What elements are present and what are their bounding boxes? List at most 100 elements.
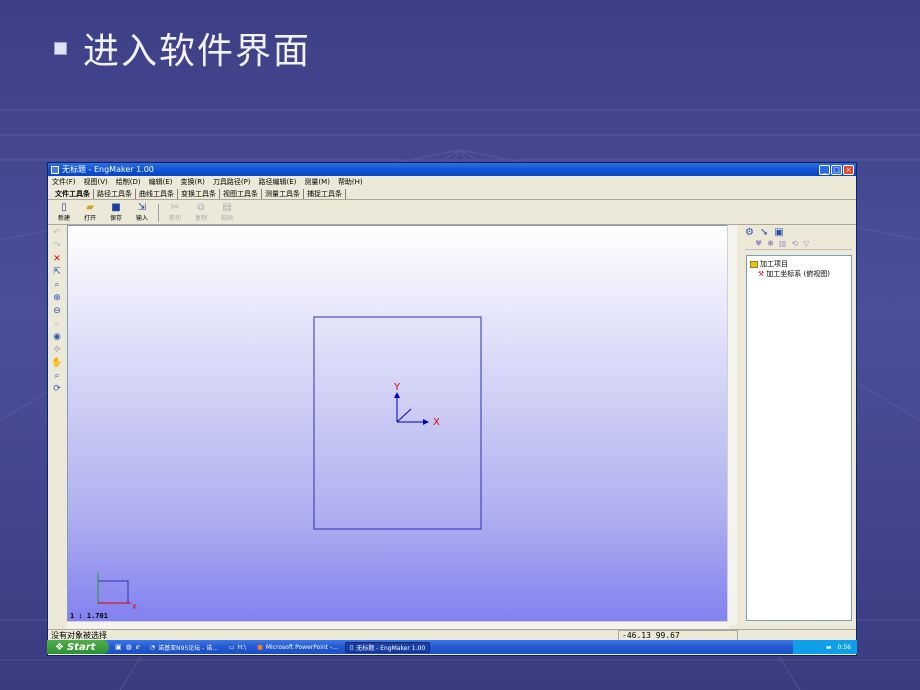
engmaker-icon: ▯ xyxy=(349,643,354,651)
rotate-view-icon[interactable]: ⟳ xyxy=(53,383,61,395)
windows-taskbar: ❖ Start ▣ ◍ ℯ ◔ 诺基亚N95论坛 - 诺... ▭ H:\ ■ Mic… xyxy=(47,640,857,654)
window-title: 无标题 - EngMaker 1.00 xyxy=(62,165,154,174)
canvas-horizontal-scrollbar[interactable] xyxy=(67,621,729,629)
open-folder-icon: ▰ xyxy=(86,202,94,213)
toolbar-separator xyxy=(158,204,159,222)
window-titlebar[interactable]: 无标题 - EngMaker 1.00 _ □ × xyxy=(48,163,856,176)
quick-launch: ▣ ◍ ℯ xyxy=(109,643,146,651)
hand-icon[interactable]: ✋ xyxy=(51,357,62,369)
start-button[interactable]: ❖ Start xyxy=(47,640,109,654)
toolpath-icon[interactable]: ➘ xyxy=(760,227,768,238)
new-button[interactable]: ▯ 新建 xyxy=(54,202,74,222)
tab-curve-toolbar[interactable]: 曲线工具条 xyxy=(136,188,178,199)
project-tree: 加工项目 ⚒ 加工坐标系 (俯视图) xyxy=(746,255,852,621)
menu-edit[interactable]: 编辑(E) xyxy=(149,177,173,187)
pan-icon[interactable]: ✥ xyxy=(53,344,61,356)
menu-path-edit[interactable]: 路径编辑(E) xyxy=(259,177,297,187)
app-icon xyxy=(51,165,59,174)
import-icon: ⇲ xyxy=(137,202,147,213)
zoom-previous-icon[interactable]: ⌕ xyxy=(54,318,59,330)
view-indicator-box xyxy=(97,580,129,604)
slide-title-text: 进入软件界面 xyxy=(83,31,312,72)
panel-tool-icon-2[interactable]: ✱ xyxy=(767,239,774,249)
coordinate-system-icon: ⚒ xyxy=(758,270,765,278)
zoom-out-icon[interactable]: ⊖ xyxy=(53,305,61,317)
axis-x-arrow xyxy=(423,419,429,425)
task-powerpoint[interactable]: ■ Microsoft PowerPoint -... xyxy=(253,642,342,653)
minimize-button[interactable]: _ xyxy=(819,164,830,175)
tab-view-toolbar[interactable]: 视图工具条 xyxy=(220,188,262,199)
tab-file-toolbar[interactable]: 文件工具条 xyxy=(52,188,94,199)
tray-icon[interactable]: ▬ xyxy=(826,644,832,651)
fit-view-icon[interactable]: ◉ xyxy=(53,331,61,343)
windows-logo-icon: ❖ xyxy=(55,641,64,653)
project-panel: ⚙ ➘ ▣ ♥ ✱ ▥ ⟲ ▽ 加工项目 ⚒ 加工坐标系 (俯视图) xyxy=(741,225,856,625)
menu-draw[interactable]: 绘制(D) xyxy=(116,177,141,187)
tree-node-root[interactable]: 加工项目 xyxy=(750,259,848,269)
quicklaunch-icon-2[interactable]: ◍ xyxy=(126,643,132,651)
redo-icon[interactable]: ↷ xyxy=(53,240,61,252)
tab-measure-toolbar[interactable]: 测量工具条 xyxy=(262,188,304,199)
canvas-vertical-scrollbar[interactable] xyxy=(727,225,737,625)
close-button[interactable]: × xyxy=(843,164,854,175)
toolbar-tabs: 文件工具条 路径工具条 曲线工具条 变换工具条 视图工具条 测量工具条 捕捉工具… xyxy=(48,188,856,200)
bullet-square-icon xyxy=(54,41,67,55)
maximize-button[interactable]: □ xyxy=(831,164,842,175)
canvas-drawing: X Y X xyxy=(97,316,482,611)
task-explorer[interactable]: ▭ H:\ xyxy=(225,642,250,653)
zoom-in-icon[interactable]: ⊕ xyxy=(53,292,61,304)
zoom-window-icon[interactable]: ⌕ xyxy=(54,279,59,291)
left-toolbar: ↶ ↷ ✕ ⇱ ⌕ ⊕ ⊖ ⌕ ◉ ✥ ✋ ⌕ ⟳ xyxy=(48,225,66,623)
layers-icon[interactable]: ▣ xyxy=(774,227,783,238)
zoom-scale-icon[interactable]: ⌕ xyxy=(54,370,59,382)
menu-bar: 文件(F) 视图(V) 绘制(D) 编辑(E) 变换(R) 刀具路径(P) 路径… xyxy=(48,176,856,188)
tab-path-toolbar[interactable]: 路径工具条 xyxy=(94,188,136,199)
filter-icon[interactable]: ▽ xyxy=(803,239,809,249)
mini-axis-x-label: X xyxy=(132,603,137,611)
powerpoint-icon: ■ xyxy=(257,643,263,651)
save-button[interactable]: ■ 保存 xyxy=(106,202,126,222)
save-icon: ■ xyxy=(111,202,121,213)
slide-title: 进入软件界面 xyxy=(54,22,311,74)
menu-toolpath[interactable]: 刀具路径(P) xyxy=(213,177,251,187)
tree-node-coordinate-system[interactable]: ⚒ 加工坐标系 (俯视图) xyxy=(750,269,848,279)
menu-transform[interactable]: 变换(R) xyxy=(181,177,205,187)
select-icon[interactable]: ⇱ xyxy=(53,266,61,278)
menu-view[interactable]: 视图(V) xyxy=(84,177,108,187)
ie-icon[interactable]: ℯ xyxy=(136,643,140,651)
file-toolbar: ▯ 新建 ▰ 打开 ■ 保存 ⇲ 输入 ✂ 剪切 ⧉ 复制 ▤ 粘贴 xyxy=(48,200,856,225)
undo-icon[interactable]: ↶ xyxy=(53,227,61,239)
app-window: 无标题 - EngMaker 1.00 _ □ × 文件(F) 视图(V) 绘制… xyxy=(47,162,857,656)
menu-measure[interactable]: 测量(M) xyxy=(304,177,330,187)
scale-label: 1 : 1.701 xyxy=(70,612,108,620)
tab-snap-toolbar[interactable]: 捕捉工具条 xyxy=(304,188,346,199)
panel-tool-icon-3[interactable]: ▥ xyxy=(779,239,787,249)
new-file-icon: ▯ xyxy=(61,202,67,213)
drawing-canvas[interactable]: X Y X 1 : 1.701 xyxy=(67,225,729,625)
stock-rectangle xyxy=(313,316,482,530)
panel-toolbar: ♥ ✱ ▥ ⟲ ▽ xyxy=(745,239,852,250)
cut-button[interactable]: ✂ 剪切 xyxy=(165,202,185,222)
copy-button[interactable]: ⧉ 复制 xyxy=(191,202,211,222)
quicklaunch-icon-1[interactable]: ▣ xyxy=(115,643,122,651)
delete-icon[interactable]: ✕ xyxy=(53,253,61,265)
drive-icon: ▭ xyxy=(228,643,235,651)
task-engmaker[interactable]: ▯ 无标题 - EngMaker 1.00 xyxy=(344,641,431,653)
panel-tool-icon-4[interactable]: ⟲ xyxy=(791,239,798,249)
panel-tool-icon-1[interactable]: ♥ xyxy=(755,239,762,249)
panel-tabs: ⚙ ➘ ▣ xyxy=(741,225,856,239)
axis-diagonal xyxy=(396,408,412,423)
open-button[interactable]: ▰ 打开 xyxy=(80,202,100,222)
paste-button[interactable]: ▤ 粘贴 xyxy=(217,202,237,222)
menu-file[interactable]: 文件(F) xyxy=(52,177,76,187)
system-tray: ▬ 0:56 xyxy=(793,640,857,654)
tab-transform-toolbar[interactable]: 变换工具条 xyxy=(178,188,220,199)
axis-y-label: Y xyxy=(393,382,401,393)
import-button[interactable]: ⇲ 输入 xyxy=(132,202,152,222)
project-folder-icon xyxy=(750,260,758,268)
menu-help[interactable]: 帮助(H) xyxy=(338,177,363,187)
cut-icon: ✂ xyxy=(170,202,180,213)
task-forum[interactable]: ◔ 诺基亚N95论坛 - 诺... xyxy=(146,642,222,653)
settings-gear-icon[interactable]: ⚙ xyxy=(745,227,754,238)
browser-icon: ◔ xyxy=(149,643,156,651)
